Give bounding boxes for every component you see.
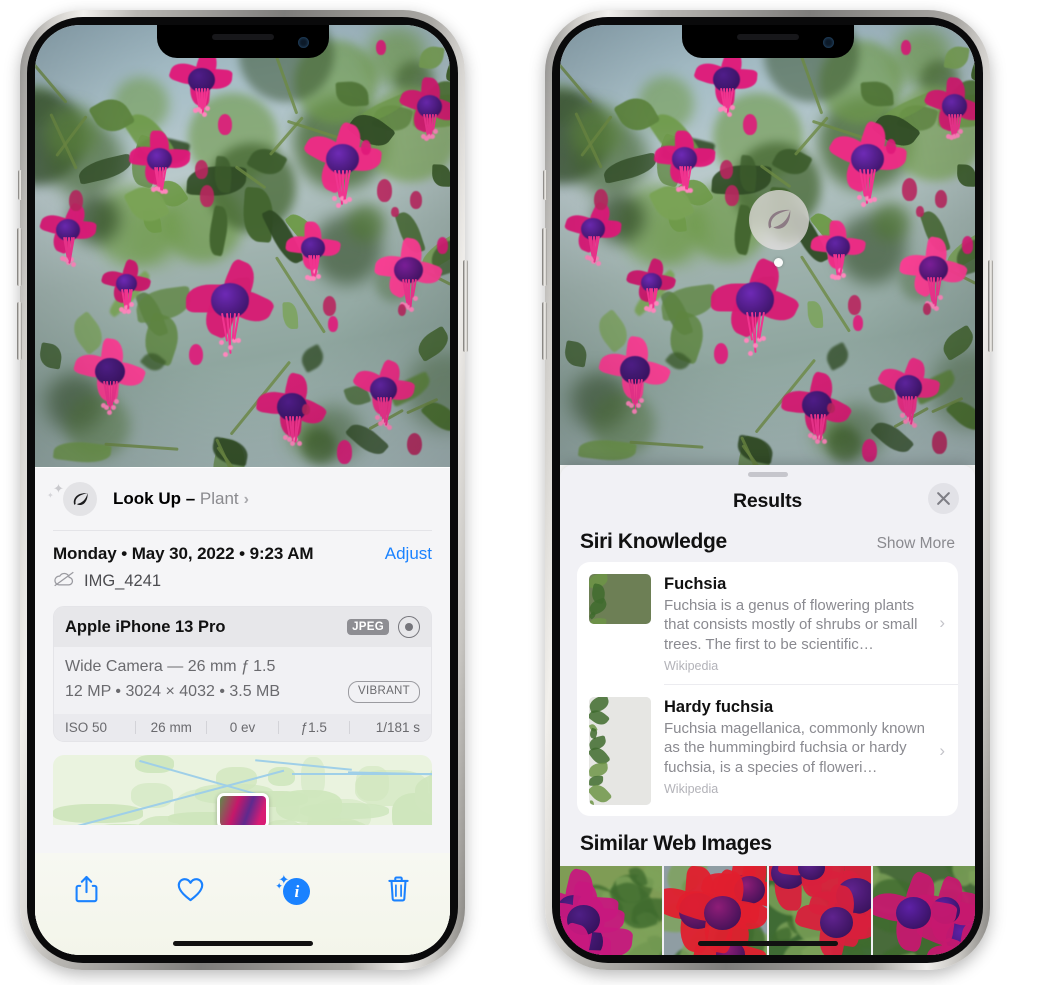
card-description: Fuchsia is a genus of flowering plants t… [664, 596, 918, 653]
sparkle-icon: ✦ [53, 481, 64, 496]
camera-body: Wide Camera — 26 mm ƒ 1.5 12 MP • 3024 ×… [54, 647, 431, 714]
silence-switch[interactable] [543, 170, 547, 200]
knowledge-card[interactable]: Fuchsia Fuchsia is a genus of flowering … [577, 562, 958, 684]
notch [681, 25, 854, 58]
front-camera-icon [822, 37, 834, 48]
phone-right: Results Siri Knowledge Show More Fuchsia… [542, 10, 993, 970]
volume-down-button[interactable] [542, 302, 547, 360]
home-indicator[interactable] [172, 941, 313, 946]
file-row: IMG_4241 [53, 571, 432, 592]
file-name: IMG_4241 [84, 572, 162, 590]
close-icon [937, 492, 950, 505]
web-image-thumbnail[interactable] [872, 866, 975, 955]
specs-line: 12 MP • 3024 × 4032 • 3.5 MB [65, 682, 281, 700]
volume-up-button[interactable] [17, 228, 22, 286]
screen-right: Results Siri Knowledge Show More Fuchsia… [560, 25, 975, 955]
sheet-header: Results [560, 477, 975, 525]
volume-down-button[interactable] [17, 302, 22, 360]
screen-left: Add a Caption ✦ ✦ Look Up – Plant› [35, 25, 450, 955]
adjust-button[interactable]: Adjust [385, 544, 432, 564]
silence-switch[interactable] [18, 170, 22, 200]
favorite-button[interactable] [139, 867, 243, 911]
exif-iso: ISO 50 [65, 719, 108, 735]
sheet-title: Results [732, 489, 803, 512]
visual-lookup-pin[interactable] [749, 190, 809, 250]
photo-vignette [35, 25, 450, 467]
exif-shutter: 1/181 s [375, 719, 421, 735]
look-up-subject: Plant [199, 489, 239, 508]
location-map-thumbnail[interactable] [53, 754, 432, 825]
share-icon [75, 875, 98, 903]
section-title: Similar Web Images [580, 832, 772, 856]
visual-lookup-dot [774, 258, 783, 267]
photo-viewer[interactable] [560, 25, 975, 465]
capture-date: Monday • May 30, 2022 • 9:23 AM [53, 544, 314, 563]
leaf-icon [768, 209, 791, 229]
date-row: Monday • May 30, 2022 • 9:23 AM Adjust [53, 531, 432, 564]
chevron-right-icon: › [939, 613, 945, 633]
info-button[interactable]: ✦ ✦ i [243, 867, 347, 911]
bottom-toolbar: ✦ ✦ i [35, 853, 450, 955]
sparkle-small-icon: ✦ [47, 491, 54, 500]
share-button[interactable] [35, 867, 139, 911]
web-image-thumbnail[interactable] [560, 866, 663, 955]
camera-header: Apple iPhone 13 Pro JPEG [54, 607, 431, 647]
photo-viewer[interactable] [35, 25, 450, 467]
front-camera-icon [297, 37, 309, 48]
delete-button[interactable] [346, 867, 450, 911]
siri-knowledge-cards: Fuchsia Fuchsia is a genus of flowering … [577, 562, 958, 817]
chevron-right-icon: › [939, 740, 945, 760]
lens-line: Wide Camera — 26 mm ƒ 1.5 [65, 658, 276, 675]
chevron-right-icon: › [243, 491, 249, 508]
phone-left: Add a Caption ✦ ✦ Look Up – Plant› [17, 10, 468, 970]
card-source: Wikipedia [664, 782, 719, 797]
info-glyph: i [283, 878, 311, 905]
earpiece-speaker [736, 34, 799, 40]
results-sheet: Results Siri Knowledge Show More Fuchsia… [560, 465, 975, 955]
power-button[interactable] [988, 260, 993, 352]
sparkle-small-icon: ✦ [275, 881, 283, 891]
look-up-text: Look Up – [113, 489, 200, 508]
photographic-style-badge: VIBRANT [348, 681, 420, 704]
card-source: Wikipedia [664, 659, 719, 674]
volume-up-button[interactable] [542, 228, 547, 286]
show-more-button[interactable]: Show More [877, 535, 955, 553]
trash-icon [387, 876, 409, 902]
close-button[interactable] [928, 483, 959, 514]
heart-icon [177, 877, 204, 901]
look-up-row[interactable]: ✦ ✦ Look Up – Plant › [35, 468, 450, 530]
home-indicator[interactable] [697, 941, 838, 946]
knowledge-card[interactable]: Hardy fuchsia Fuchsia magellanica, commo… [577, 685, 958, 816]
similar-web-images-header: Similar Web Images [560, 816, 975, 860]
card-description: Fuchsia magellanica, commonly known as t… [664, 719, 925, 776]
exif-aperture: ƒ1.5 [300, 719, 327, 735]
aperture-icon [398, 616, 420, 638]
cloud-slash-icon [53, 571, 75, 592]
camera-device: Apple iPhone 13 Pro [65, 617, 226, 636]
notch [156, 25, 329, 58]
card-title: Hardy fuchsia [664, 698, 774, 717]
map-photo-pin [216, 792, 269, 825]
exif-row: ISO 50 26 mm 0 ev ƒ1.5 1/181 s [54, 713, 431, 741]
exif-ev: 0 ev [229, 719, 256, 735]
power-button[interactable] [463, 260, 468, 352]
card-thumbnail [589, 697, 651, 806]
earpiece-speaker [211, 34, 274, 40]
info-sparkle-icon: ✦ ✦ i [275, 873, 311, 905]
card-thumbnail [589, 574, 651, 624]
look-up-label: Look Up – Plant › [113, 489, 249, 509]
camera-info-card[interactable]: Apple iPhone 13 Pro JPEG Wide Camera — 2… [53, 606, 432, 742]
leaf-icon [63, 482, 97, 516]
exif-focal: 26 mm [150, 719, 192, 735]
siri-knowledge-header: Siri Knowledge Show More [560, 525, 975, 562]
card-title: Fuchsia [664, 575, 727, 593]
section-title: Siri Knowledge [580, 530, 727, 553]
format-badge: JPEG [347, 619, 389, 635]
metadata-section: Monday • May 30, 2022 • 9:23 AM Adjust I… [35, 530, 450, 825]
